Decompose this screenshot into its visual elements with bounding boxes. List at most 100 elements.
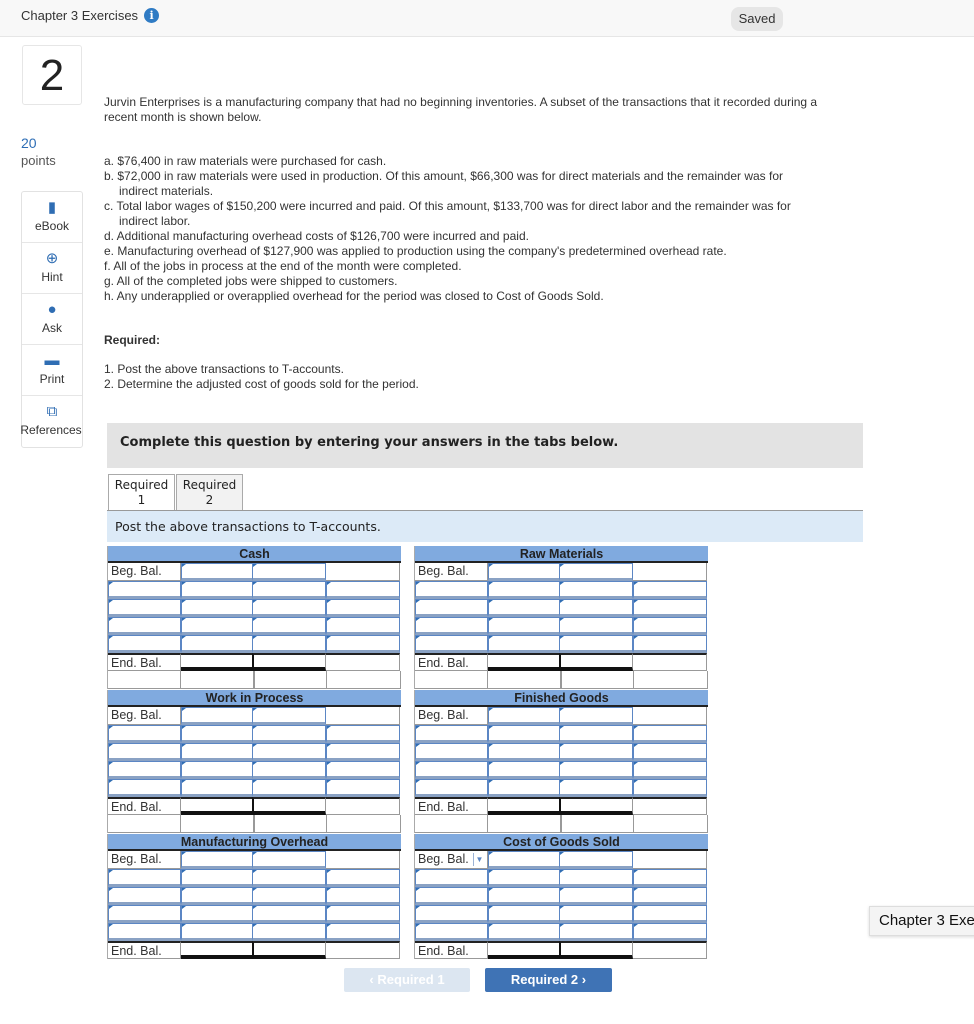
credit-label-input[interactable] [559, 887, 633, 905]
credit-label-input[interactable] [559, 779, 633, 797]
previous-required-button[interactable]: ‹ Required 1 [344, 968, 470, 992]
debit-amount-input[interactable] [181, 581, 254, 599]
credit-amount-input[interactable] [326, 743, 400, 761]
credit-label-input[interactable] [559, 923, 633, 941]
debit-amount-input[interactable] [488, 743, 561, 761]
debit-amount-input[interactable] [181, 725, 254, 743]
debit-amount-input[interactable] [181, 635, 254, 653]
debit-amount-input[interactable] [488, 725, 561, 743]
debit-label-input[interactable] [415, 869, 488, 887]
credit-label-input[interactable] [252, 869, 326, 887]
credit-amount-input[interactable] [326, 635, 400, 653]
references-button[interactable]: ⧉ References [20, 396, 82, 447]
debit-amount-input[interactable] [488, 887, 561, 905]
debit-amount-input[interactable] [181, 707, 254, 725]
credit-label-input[interactable] [252, 725, 326, 743]
credit-label-input[interactable] [252, 743, 326, 761]
credit-amount-input[interactable] [633, 599, 707, 617]
debit-amount-input[interactable] [488, 761, 561, 779]
debit-label-input[interactable] [415, 761, 488, 779]
credit-label-input[interactable] [252, 581, 326, 599]
debit-amount-input[interactable] [181, 743, 254, 761]
debit-label-input[interactable] [108, 923, 181, 941]
debit-label-input[interactable] [108, 725, 181, 743]
debit-amount-input[interactable] [181, 563, 254, 581]
debit-amount-input[interactable] [181, 923, 254, 941]
credit-label-input[interactable] [559, 761, 633, 779]
debit-label-input[interactable] [415, 581, 488, 599]
credit-label-input[interactable] [559, 635, 633, 653]
debit-amount-input[interactable] [488, 905, 561, 923]
credit-amount-input[interactable] [326, 761, 400, 779]
credit-label-input[interactable] [559, 743, 633, 761]
debit-amount-input[interactable] [488, 581, 561, 599]
debit-amount-input[interactable] [488, 707, 561, 725]
credit-label-input[interactable] [559, 563, 633, 581]
beginning-balance-select[interactable]: Beg. Bal. ▼ [415, 851, 488, 869]
debit-amount-input[interactable] [181, 851, 254, 869]
credit-label-input[interactable] [252, 761, 326, 779]
debit-label-input[interactable] [108, 905, 181, 923]
credit-amount-input[interactable] [326, 905, 400, 923]
credit-amount-input[interactable] [633, 581, 707, 599]
debit-label-input[interactable] [108, 599, 181, 617]
credit-label-input[interactable] [252, 851, 326, 869]
debit-label-input[interactable] [108, 743, 181, 761]
debit-label-input[interactable] [415, 923, 488, 941]
debit-label-input[interactable] [108, 581, 181, 599]
credit-amount-input[interactable] [326, 869, 400, 887]
credit-label-input[interactable] [252, 707, 326, 725]
tab-required-2[interactable]: Required 2 [176, 474, 243, 511]
debit-label-input[interactable] [415, 725, 488, 743]
tab-required-1[interactable]: Required 1 [108, 474, 175, 512]
credit-label-input[interactable] [559, 581, 633, 599]
credit-amount-input[interactable] [633, 887, 707, 905]
credit-label-input[interactable] [252, 779, 326, 797]
credit-label-input[interactable] [252, 635, 326, 653]
credit-amount-input[interactable] [326, 779, 400, 797]
credit-amount-input[interactable] [326, 599, 400, 617]
credit-label-input[interactable] [559, 707, 633, 725]
debit-label-input[interactable] [415, 617, 488, 635]
debit-amount-input[interactable] [488, 599, 561, 617]
debit-amount-input[interactable] [488, 617, 561, 635]
credit-amount-input[interactable] [326, 725, 400, 743]
debit-label-input[interactable] [108, 635, 181, 653]
credit-label-input[interactable] [559, 905, 633, 923]
credit-amount-input[interactable] [633, 869, 707, 887]
chapter-side-tab[interactable]: Chapter 3 Exercises [869, 906, 974, 936]
debit-label-input[interactable] [415, 779, 488, 797]
debit-amount-input[interactable] [488, 923, 561, 941]
credit-amount-input[interactable] [633, 617, 707, 635]
credit-label-input[interactable] [559, 869, 633, 887]
print-button[interactable]: ▬ Print [22, 345, 82, 396]
ebook-button[interactable]: ▮ eBook [22, 192, 82, 243]
debit-amount-input[interactable] [488, 635, 561, 653]
next-required-button[interactable]: Required 2 › [485, 968, 612, 992]
credit-amount-input[interactable] [326, 923, 400, 941]
credit-amount-input[interactable] [633, 923, 707, 941]
credit-label-input[interactable] [252, 617, 326, 635]
info-icon[interactable]: i [144, 8, 160, 23]
debit-label-input[interactable] [108, 761, 181, 779]
credit-label-input[interactable] [252, 905, 326, 923]
debit-label-input[interactable] [108, 869, 181, 887]
credit-amount-input[interactable] [633, 635, 707, 653]
debit-amount-input[interactable] [181, 905, 254, 923]
debit-label-input[interactable] [415, 905, 488, 923]
debit-amount-input[interactable] [488, 563, 561, 581]
hint-button[interactable]: ⊕ Hint [22, 243, 82, 294]
debit-label-input[interactable] [415, 599, 488, 617]
credit-amount-input[interactable] [633, 905, 707, 923]
credit-label-input[interactable] [559, 599, 633, 617]
credit-amount-input[interactable] [326, 617, 400, 635]
debit-amount-input[interactable] [181, 599, 254, 617]
credit-label-input[interactable] [252, 563, 326, 581]
debit-amount-input[interactable] [181, 761, 254, 779]
ask-button[interactable]: ● Ask [22, 294, 82, 345]
credit-label-input[interactable] [252, 923, 326, 941]
debit-label-input[interactable] [415, 635, 488, 653]
credit-label-input[interactable] [559, 725, 633, 743]
credit-amount-input[interactable] [633, 725, 707, 743]
credit-amount-input[interactable] [326, 887, 400, 905]
